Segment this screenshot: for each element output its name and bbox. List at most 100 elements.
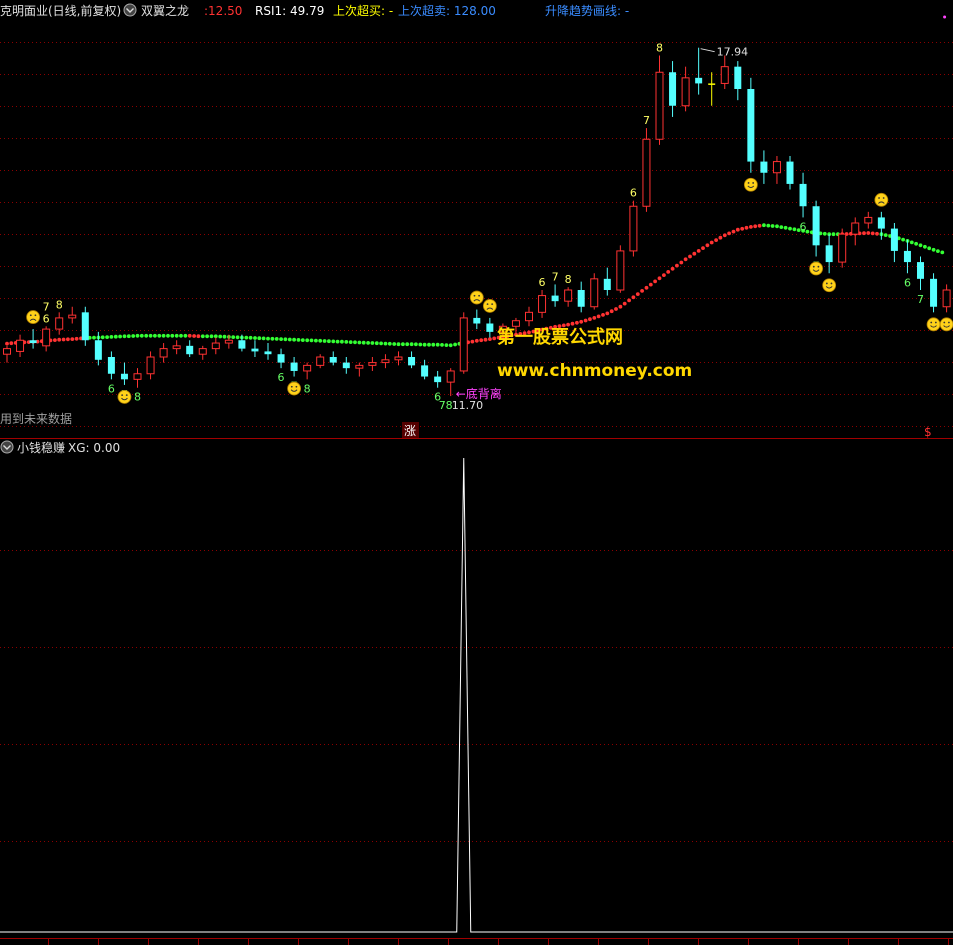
candle-body [747, 89, 755, 162]
candle[interactable] [590, 273, 599, 310]
sequence-label: 6 [800, 220, 807, 233]
candle-body [381, 359, 390, 364]
ma-dot [257, 336, 262, 341]
ma-dot [322, 339, 327, 343]
candle-body [525, 311, 533, 322]
candle-body [55, 317, 64, 330]
candle[interactable] [459, 312, 468, 374]
smiley-eye [882, 197, 885, 199]
ma-dot [696, 249, 701, 253]
smiley-eye [295, 385, 298, 388]
ma-dot [187, 333, 192, 338]
candle-body [760, 161, 768, 173]
candle-body [224, 339, 233, 344]
ma-dot [657, 276, 662, 281]
smiley-face [939, 317, 953, 332]
ma-dot [923, 244, 927, 249]
ma-dot [444, 343, 449, 347]
ma-dot [822, 231, 827, 236]
candle[interactable] [616, 245, 625, 293]
candle[interactable] [642, 128, 651, 212]
indicator-name[interactable]: 双翼之龙 [141, 4, 189, 18]
ma-dot [788, 226, 792, 231]
smiley-eye [486, 303, 489, 306]
ma-dot [61, 337, 66, 342]
ma-dot [361, 340, 366, 345]
sad-smiley-icon [874, 192, 889, 207]
ma-dot [205, 334, 210, 339]
smiley-eye [34, 314, 37, 317]
ma-dot [870, 231, 875, 236]
ma-dot [757, 223, 762, 228]
ma-dot [174, 333, 179, 338]
sad-smiley-icon [26, 310, 40, 324]
candle[interactable] [81, 306, 89, 346]
candle-body [486, 323, 494, 332]
high-price-label: 17.94 [717, 46, 749, 59]
ma-dot [883, 233, 888, 238]
candle[interactable] [629, 200, 638, 257]
background [0, 0, 953, 945]
candle-body [368, 362, 377, 366]
ma-dot [570, 321, 575, 326]
ma-dot [340, 339, 344, 344]
ma-dot [109, 335, 114, 339]
candle-body [277, 354, 285, 363]
candle-body [342, 362, 350, 369]
ma-dot [940, 250, 945, 255]
ma-dot [479, 338, 484, 343]
indicator-dropdown-icon[interactable] [123, 3, 137, 17]
candle-body [890, 228, 898, 251]
candle-body [786, 161, 794, 184]
candle-body [799, 183, 807, 207]
ma-dot [766, 223, 771, 228]
ma-dot [744, 225, 749, 230]
candle-body [172, 345, 181, 350]
ma-dot [431, 342, 436, 347]
candle-body [394, 356, 403, 361]
ma-dot [714, 238, 718, 243]
candle[interactable] [747, 77, 755, 173]
ma-dot [66, 337, 70, 342]
chart-app: 678678678667867867678 克明面业(日线,前复权) 双翼之龙 … [0, 0, 953, 945]
ma-dot [831, 232, 836, 237]
ma-dot [670, 266, 675, 271]
ma-dot [614, 307, 618, 311]
smiley-eye [812, 265, 815, 268]
ma-dot [383, 341, 388, 346]
candle-body [538, 295, 547, 313]
candle[interactable] [930, 273, 938, 313]
candle-body [303, 364, 312, 372]
candle-body [564, 289, 573, 302]
ma-dot [353, 340, 357, 345]
ma-dot [305, 338, 310, 343]
ma-dot [662, 273, 666, 277]
smiley-eye [930, 321, 933, 324]
ma-dot [875, 231, 879, 236]
sequence-label: 8 [134, 391, 141, 404]
candle-body [695, 77, 703, 84]
sad-smiley-icon [469, 290, 484, 305]
ma-dot [731, 229, 736, 234]
ma-dot [374, 341, 379, 346]
ma-dot [596, 314, 601, 319]
ma-dot [727, 231, 731, 236]
ma-dot [653, 279, 657, 284]
sub-indicator-dropdown-icon[interactable] [0, 440, 14, 454]
ma-dot [344, 340, 349, 344]
sub-indicator-name[interactable]: 小钱稳赚 [17, 440, 65, 455]
sequence-label: 8 [565, 273, 572, 286]
candle-body [629, 205, 638, 252]
happy-smiley-icon [822, 278, 837, 293]
ma-dot [200, 334, 205, 339]
candle-body [68, 314, 77, 319]
ma-dot [740, 226, 745, 231]
candle-body [642, 138, 651, 207]
sequence-label: 6 [278, 371, 285, 384]
smiley-face [822, 278, 837, 293]
happy-smiley-icon [287, 381, 302, 396]
ma-dot [909, 240, 914, 245]
happy-smiley-icon [809, 261, 823, 276]
ma-dot [135, 333, 140, 338]
candle[interactable] [838, 228, 847, 268]
